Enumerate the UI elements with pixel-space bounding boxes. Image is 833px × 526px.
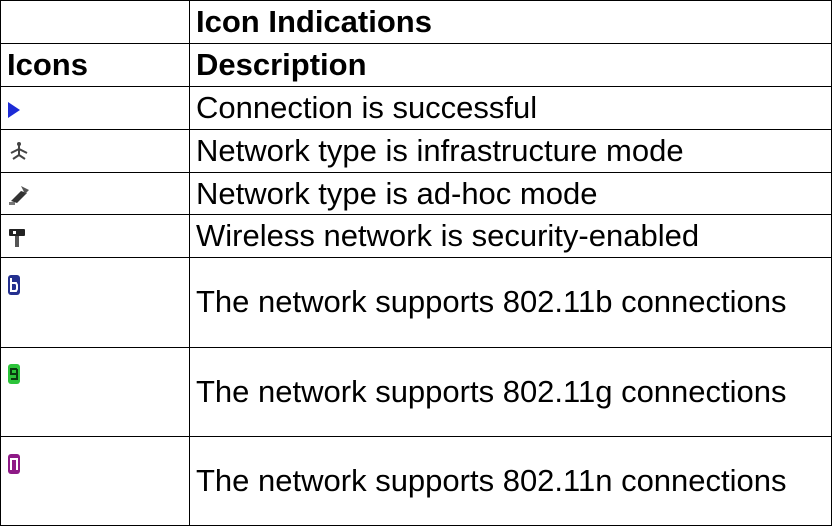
description-cell: The network supports 802.11b connections (189, 257, 832, 348)
header-row: Icons Description (0, 42, 832, 87)
description-cell: Connection is successful (189, 85, 832, 130)
badge-n-icon (7, 453, 21, 475)
icon-cell (0, 128, 190, 173)
icon-cell (0, 346, 190, 437)
security-lock-icon (7, 227, 27, 249)
table-row: Network type is ad-hoc mode (0, 171, 832, 216)
play-arrow-icon (7, 101, 21, 119)
title-row: Icon Indications (0, 0, 832, 44)
icon-cell (0, 435, 190, 526)
badge-g-icon (7, 363, 21, 385)
adhoc-network-icon (7, 183, 31, 207)
icon-cell (0, 171, 190, 216)
description-cell: Wireless network is security-enabled (189, 214, 832, 259)
badge-b-icon (7, 274, 21, 296)
icon-cell (0, 214, 190, 259)
description-cell: Network type is infrastructure mode (189, 128, 832, 173)
table-row: Wireless network is security-enabled (0, 214, 832, 259)
table-row: The network supports 802.11g connections (0, 346, 832, 437)
corner-cell (0, 0, 190, 44)
table-row: The network supports 802.11b connections (0, 257, 832, 348)
infrastructure-network-icon (7, 141, 31, 163)
table-row: Network type is infrastructure mode (0, 128, 832, 173)
table-row: The network supports 802.11n connections (0, 435, 832, 526)
icon-cell (0, 85, 190, 130)
description-cell: Network type is ad-hoc mode (189, 171, 832, 216)
description-cell: The network supports 802.11g connections (189, 346, 832, 437)
icon-cell (0, 257, 190, 348)
description-column-header: Description (189, 42, 832, 87)
table-row: Connection is successful (0, 85, 832, 130)
description-cell: The network supports 802.11n connections (189, 435, 832, 526)
icons-column-header: Icons (0, 42, 190, 87)
icon-indications-table: Icon Indications Icons Description Conne… (0, 0, 832, 526)
table-title: Icon Indications (189, 0, 832, 44)
